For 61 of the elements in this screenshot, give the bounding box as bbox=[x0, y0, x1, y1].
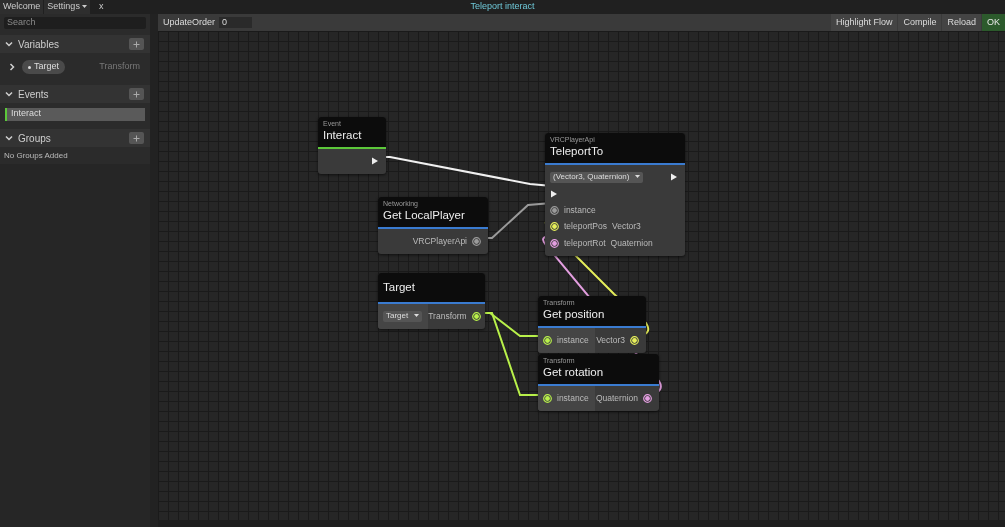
search-field[interactable]: Search bbox=[4, 16, 146, 29]
caret-icon bbox=[414, 314, 420, 319]
port-label: teleportPos bbox=[564, 220, 607, 234]
caret-icon bbox=[635, 175, 641, 180]
section-header[interactable]: Events bbox=[0, 85, 150, 103]
data-port-icon[interactable] bbox=[472, 236, 481, 246]
toolbar-button[interactable]: Reload bbox=[942, 14, 981, 31]
chevron-icon[interactable] bbox=[5, 134, 13, 142]
section-title: Groups bbox=[18, 131, 52, 146]
node-title: TeleportTo bbox=[550, 144, 605, 159]
section-header[interactable]: Groups bbox=[0, 129, 150, 147]
plus-icon bbox=[133, 134, 140, 142]
window-title: Teleport interact bbox=[470, 0, 535, 14]
data-port-icon[interactable] bbox=[550, 238, 559, 248]
port-label: Transform bbox=[428, 309, 467, 323]
section-title: Variables bbox=[18, 37, 60, 52]
port-label: teleportRot bbox=[564, 236, 606, 250]
section-header[interactable]: Variables bbox=[0, 35, 150, 53]
dropdown[interactable]: Target bbox=[383, 310, 423, 322]
node-title: Interact bbox=[323, 128, 363, 143]
port-label: instance bbox=[557, 391, 589, 405]
flow-port-icon[interactable] bbox=[670, 173, 678, 182]
plus-icon bbox=[133, 40, 140, 48]
node-title: Target bbox=[383, 280, 416, 295]
dot-icon bbox=[28, 65, 31, 69]
add-button[interactable] bbox=[129, 132, 144, 144]
data-port-icon[interactable] bbox=[643, 393, 652, 403]
port-label: Quaternion bbox=[595, 391, 638, 405]
node-title: Get LocalPlayer bbox=[383, 208, 466, 223]
port-type: Vector3 bbox=[612, 220, 641, 234]
port-label: Vector3 bbox=[596, 333, 625, 347]
add-button[interactable] bbox=[129, 38, 144, 50]
update-order-label: UpdateOrder bbox=[163, 15, 216, 29]
flow-port-icon[interactable] bbox=[550, 189, 558, 198]
port-label: instance bbox=[564, 203, 596, 217]
variable-pill[interactable]: Target bbox=[22, 60, 65, 74]
update-order-field[interactable]: 0 bbox=[219, 17, 253, 28]
toolbar-button[interactable]: OK bbox=[982, 14, 1005, 31]
menu-tab[interactable]: Settings bbox=[44, 0, 90, 14]
close-button[interactable]: x bbox=[96, 0, 106, 14]
chevron-icon[interactable] bbox=[5, 40, 13, 48]
plus-icon bbox=[133, 90, 140, 98]
toolbar-button[interactable]: Highlight Flow bbox=[830, 14, 898, 31]
add-button[interactable] bbox=[129, 88, 144, 100]
dropdown[interactable]: (Vector3, Quaternion) bbox=[550, 171, 644, 183]
node-title: Get position bbox=[543, 307, 606, 322]
flow-port-icon[interactable] bbox=[371, 157, 379, 166]
event-item[interactable]: Interact bbox=[5, 107, 145, 121]
chevron-icon[interactable] bbox=[5, 90, 13, 98]
empty-message: No Groups Added bbox=[4, 149, 68, 162]
chevron-icon[interactable] bbox=[8, 63, 16, 71]
variable-type: Transform bbox=[99, 60, 140, 74]
data-port-icon[interactable] bbox=[550, 205, 559, 215]
toolbar-button[interactable]: Compile bbox=[898, 14, 942, 31]
section-title: Events bbox=[18, 87, 50, 102]
port-label: instance bbox=[557, 333, 589, 347]
port-type: Quaternion bbox=[610, 236, 653, 250]
menu-tab[interactable]: Welcome bbox=[0, 0, 44, 14]
port-label: VRCPlayerApi bbox=[412, 234, 467, 248]
node-title: Get rotation bbox=[543, 365, 605, 380]
graph-node[interactable]: Target Target Transform bbox=[378, 273, 485, 329]
